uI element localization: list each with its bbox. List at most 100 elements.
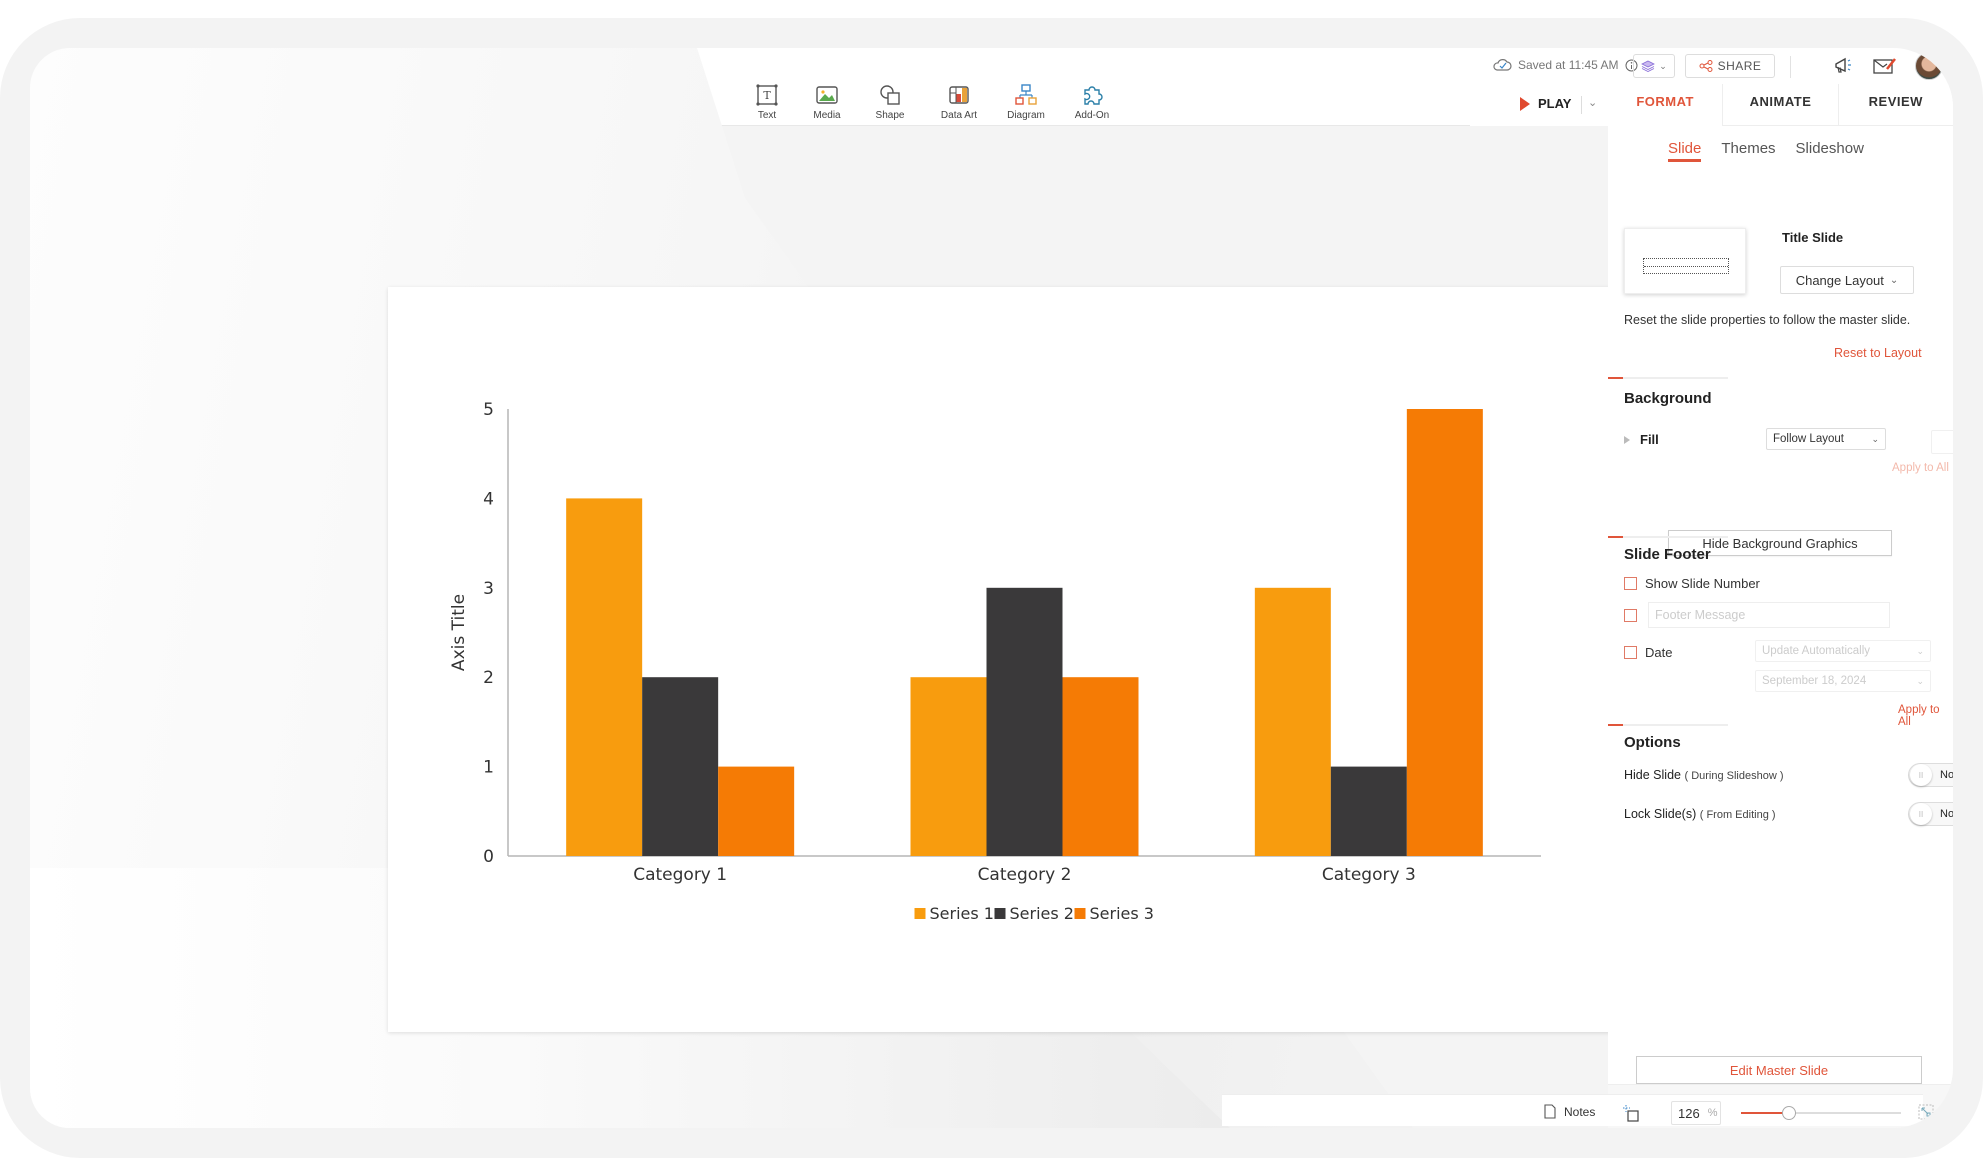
shape-tool-button[interactable]: Shape [860,82,920,121]
bar-series-2[interactable] [1330,766,1407,856]
notes-page-icon [1544,1104,1556,1119]
diagram-tool-button[interactable]: Diagram [996,82,1056,121]
y-tick-label: 3 [483,579,494,599]
diagram-icon [1015,84,1037,105]
change-layout-label: Change Layout [1795,272,1884,288]
legend-swatch [1074,908,1086,919]
bar-series-3[interactable] [718,766,795,856]
options-section-title: Options [1624,734,1681,751]
cloud-saved-icon [1493,59,1512,71]
footer-message-input[interactable]: Footer Message [1648,602,1890,628]
diagram-tool-label: Diagram [1007,110,1045,121]
bar-series-2[interactable] [642,677,719,856]
expand-triangle-icon[interactable] [1624,435,1630,444]
feedback-mail-icon[interactable] [1873,57,1897,75]
save-status: Saved at 11:45 AM [1492,58,1638,72]
footer-message-row[interactable] [1624,609,1637,622]
legend-swatch [914,908,926,919]
tab-review[interactable]: REVIEW [1837,84,1953,126]
add-on-tool-button[interactable]: Add-On [1062,82,1122,121]
divider [1790,56,1791,78]
tab-format[interactable]: FORMAT [1608,84,1722,126]
fill-label: Fill [1640,432,1659,447]
reset-to-layout-link[interactable]: Reset to Layout [1834,346,1922,360]
fill-select-value: Follow Layout [1773,433,1844,445]
zoom-input[interactable]: 126 % [1671,1101,1721,1125]
zoom-slider[interactable] [1741,1106,1901,1120]
x-tick-label: Category 2 [978,865,1072,885]
date-checkbox[interactable] [1624,646,1637,659]
fill-select[interactable]: Follow Layout ⌄ [1766,428,1886,450]
legend-label: Series 2 [1010,904,1074,923]
sub-tab-slide[interactable]: Slide [1668,140,1702,162]
y-tick-label: 0 [483,847,494,867]
show-slide-number-row[interactable]: Show Slide Number [1624,576,1760,591]
zoom-slider-handle[interactable] [1782,1106,1796,1120]
legend-swatch [994,908,1006,919]
footer-apply-all-link[interactable]: Apply to All [1898,704,1953,728]
tab-animate[interactable]: ANIMATE [1722,84,1838,126]
date-label: Date [1645,645,1673,660]
data-art-tool-button[interactable]: Data Art [929,82,989,121]
date-row[interactable]: Date [1624,645,1672,660]
megaphone-icon[interactable] [1833,56,1855,76]
reset-description: Reset the slide properties to follow the… [1624,313,1911,327]
data-art-tool-label: Data Art [940,110,978,121]
date-value: September 18, 2024 [1762,675,1867,687]
lock-slide-toggle[interactable]: II No [1908,802,1953,826]
hide-slide-toggle-value: No [1940,769,1953,781]
change-layout-button[interactable]: Change Layout ⌄ [1780,266,1914,294]
edit-master-slide-button[interactable]: Edit Master Slide [1636,1056,1922,1084]
show-slide-number-checkbox[interactable] [1624,577,1637,590]
bar-series-2[interactable] [986,587,1063,856]
show-slide-number-label: Show Slide Number [1645,576,1760,591]
date-value-select[interactable]: September 18, 2024 ⌄ [1755,670,1931,692]
background-apply-all-link[interactable]: Apply to All [1892,462,1949,474]
media-tool-label: Media [813,110,841,121]
y-tick-label: 2 [483,668,494,688]
hide-slide-toggle[interactable]: II No [1908,763,1953,787]
play-button[interactable]: PLAY [1520,96,1571,111]
date-mode-value: Update Automatically [1762,645,1871,657]
fit-to-screen-icon[interactable] [1918,1104,1934,1120]
sub-tab-themes[interactable]: Themes [1721,140,1775,162]
play-options-chevron-icon[interactable]: ⌄ [1588,96,1597,109]
bar-series-1[interactable] [1254,587,1331,856]
bar-series-1[interactable] [566,498,643,856]
slide-canvas[interactable]: 0 1 2 3 4 5 Category 1 Category 2 Category 3 Ax… [388,287,1614,1032]
bar-series-3[interactable] [1406,409,1483,856]
fill-row[interactable]: Fill [1624,432,1659,447]
section-divider [1608,536,1728,538]
layout-name: Title Slide [1782,230,1844,245]
y-axis-title[interactable]: Axis Title [449,594,469,671]
text-tool-button[interactable]: T Text [737,82,797,121]
slide-footer-title: Slide Footer [1624,546,1711,563]
layers-dropdown[interactable]: ⌄ [1633,54,1675,78]
hide-slide-note: ( During Slideshow ) [1684,770,1784,782]
y-tick-label: 4 [483,489,494,509]
slide-sorter-icon[interactable] [1622,1104,1640,1122]
sub-tab-slideshow[interactable]: Slideshow [1796,140,1864,162]
media-tool-button[interactable]: Media [797,82,857,121]
toggle-knob: II [1910,764,1932,786]
footer-message-checkbox[interactable] [1624,609,1637,622]
date-mode-select[interactable]: Update Automatically ⌄ [1755,640,1931,662]
notes-button[interactable]: Notes [1544,1104,1595,1119]
chevron-down-icon: ⌄ [1659,60,1667,71]
x-tick-label: Category 1 [633,865,727,885]
bar-series-3[interactable] [1062,677,1139,856]
share-button[interactable]: SHARE [1685,54,1775,78]
y-tick-label: 1 [483,758,494,778]
section-divider [1608,724,1728,726]
toggle-knob: II [1910,803,1932,825]
user-avatar[interactable] [1915,52,1943,80]
bar-chart[interactable]: 0 1 2 3 4 5 Category 1 Category 2 Category 3 Ax… [388,287,1614,1032]
legend-label: Series 3 [1090,904,1154,923]
divider [1581,96,1582,114]
format-panel: FORMAT ANIMATE REVIEW Slide Themes Slide… [1608,84,1953,1084]
chevron-down-icon: ⌄ [1889,274,1899,286]
fill-color-picker[interactable] [1931,430,1953,454]
bar-series-1[interactable] [910,677,987,856]
chevron-down-icon: ⌄ [1916,675,1924,686]
layout-thumbnail[interactable] [1624,228,1746,294]
